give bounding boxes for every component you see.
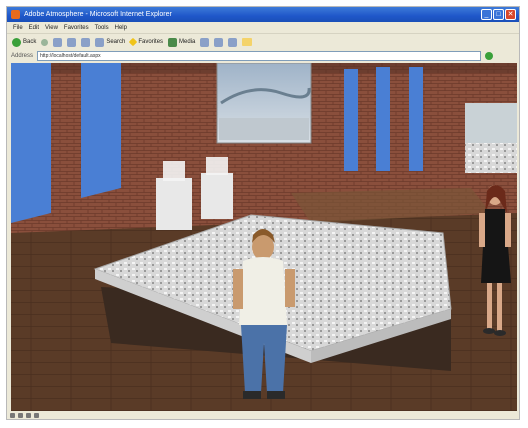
browser-window: Adobe Atmosphere - Microsoft Internet Ex… [6,6,520,420]
print-button[interactable] [228,37,238,47]
stop-button[interactable] [53,37,63,47]
mail-icon [214,37,224,47]
app-icon [11,10,20,19]
back-button[interactable]: Back [12,37,36,47]
forward-arrow-icon [41,38,49,46]
back-arrow-icon [12,37,21,47]
status-bar [7,411,519,419]
go-arrow-icon [485,52,494,60]
zone-icon [34,412,39,418]
address-label: Address [11,53,34,59]
search-button[interactable]: Search [95,37,125,47]
history-icon [200,37,210,47]
blue-banner [376,67,390,171]
window-controls: _ □ ✕ [481,9,516,20]
pedestal [201,173,233,219]
page-icon [18,412,23,418]
forward-button[interactable] [41,38,49,46]
window-title: Adobe Atmosphere - Microsoft Internet Ex… [24,11,172,18]
menu-favorites[interactable]: Favorites [64,25,89,31]
close-button[interactable]: ✕ [505,9,516,20]
minimize-button[interactable]: _ [481,9,492,20]
lock-icon [26,412,31,418]
virtual-world-scene [11,63,517,415]
folder-icon [242,38,253,46]
favorites-star-icon [129,37,138,47]
globe-icon [10,412,15,418]
print-icon [228,37,238,47]
menu-file[interactable]: File [13,25,23,31]
address-bar: Address http://localhost/default.aspx [7,50,519,62]
toolbar: Back Search Favorites Media [7,33,519,51]
3d-viewport[interactable] [11,63,517,415]
blue-banner [409,67,423,171]
title-bar: Adobe Atmosphere - Microsoft Internet Ex… [7,7,519,22]
pedestal [156,178,192,230]
home-button[interactable] [81,37,91,47]
menu-tools[interactable]: Tools [95,25,109,31]
stop-icon [53,37,63,47]
media-button[interactable]: Media [168,37,195,47]
menu-help[interactable]: Help [115,25,127,31]
history-button[interactable] [200,37,210,47]
refresh-button[interactable] [67,37,77,47]
folder-button[interactable] [242,38,253,46]
blue-banner [344,69,358,171]
blue-banner [11,63,51,223]
refresh-icon [67,37,77,47]
favorites-button[interactable]: Favorites [129,37,163,47]
mail-button[interactable] [214,37,224,47]
home-icon [81,37,91,47]
go-button[interactable] [485,52,494,60]
maximize-button[interactable]: □ [493,9,504,20]
address-input[interactable]: http://localhost/default.aspx [37,51,482,61]
search-icon [95,37,105,47]
menu-view[interactable]: View [45,25,58,31]
media-icon [168,37,178,47]
blue-banner [81,63,121,198]
menu-edit[interactable]: Edit [29,25,39,31]
menu-bar: File Edit View Favorites Tools Help [7,22,519,33]
